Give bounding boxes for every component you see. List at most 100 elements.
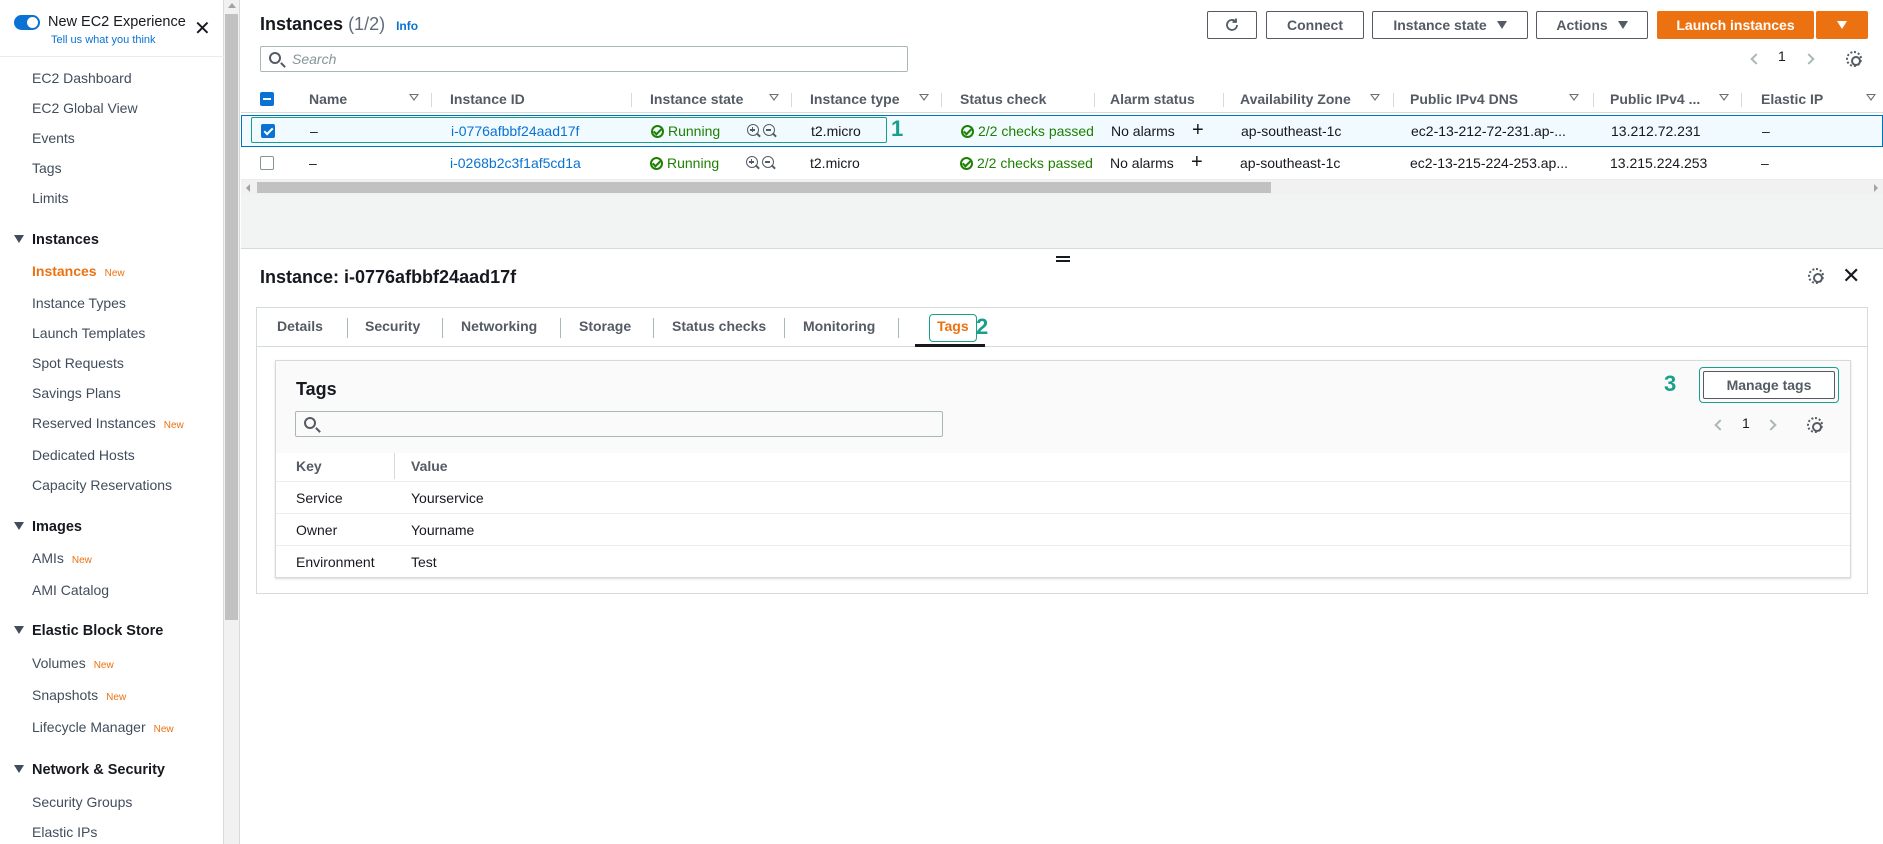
- column-divider[interactable]: [1741, 93, 1742, 107]
- col-availability-zone[interactable]: Availability Zone: [1240, 91, 1351, 107]
- sidebar-item-limits[interactable]: Limits: [32, 190, 69, 206]
- page-number[interactable]: 1: [1778, 48, 1786, 64]
- sidebar-item-ami-catalog[interactable]: AMI Catalog: [32, 582, 109, 598]
- col-name[interactable]: Name: [309, 91, 347, 107]
- resize-handle-icon[interactable]: [1056, 256, 1070, 262]
- sidebar-item-events[interactable]: Events: [32, 130, 75, 146]
- sidebar-item-spot-requests[interactable]: Spot Requests: [32, 355, 124, 371]
- sidebar-item-elastic-ips[interactable]: Elastic IPs: [32, 824, 97, 840]
- sidebar-item-label: Volumes: [32, 655, 86, 671]
- tab-networking[interactable]: Networking: [461, 318, 537, 334]
- info-link[interactable]: Info: [396, 19, 418, 33]
- sidebar-item-instances[interactable]: Instances New: [32, 263, 125, 279]
- add-alarm-icon[interactable]: +: [1192, 120, 1204, 140]
- sidebar-item-ec2-dashboard[interactable]: EC2 Dashboard: [32, 70, 132, 86]
- column-divider[interactable]: [1223, 93, 1224, 107]
- sidebar-scrollbar[interactable]: [224, 0, 240, 844]
- sidebar-item-lifecycle-manager[interactable]: Lifecycle Manager New: [32, 719, 174, 735]
- search-input[interactable]: [292, 50, 892, 68]
- column-divider[interactable]: [1393, 93, 1394, 107]
- table-header: Name Instance ID Instance state Instance…: [241, 85, 1883, 113]
- sort-icon[interactable]: [1370, 94, 1380, 101]
- sidebar-section-images[interactable]: Images: [14, 519, 82, 535]
- actions-dropdown[interactable]: Actions: [1536, 11, 1648, 39]
- new-experience-toggle[interactable]: [14, 15, 40, 30]
- instance-state-dropdown[interactable]: Instance state: [1372, 11, 1528, 39]
- col-public-ipv4[interactable]: Public IPv4 ...: [1610, 91, 1700, 107]
- col-public-ipv4-dns[interactable]: Public IPv4 DNS: [1410, 91, 1518, 107]
- col-status-check[interactable]: Status check: [960, 91, 1046, 107]
- col-alarm-status[interactable]: Alarm status: [1110, 91, 1195, 107]
- tab-details[interactable]: Details: [277, 318, 323, 334]
- row-checkbox[interactable]: [260, 156, 274, 170]
- settings-gear-icon[interactable]: [1846, 51, 1862, 67]
- sidebar-item-reserved-instances[interactable]: Reserved Instances New: [32, 415, 184, 431]
- tags-panel-frame: [256, 346, 1868, 594]
- sort-icon[interactable]: [1569, 94, 1579, 101]
- actions-label: Actions: [1556, 17, 1608, 33]
- column-divider[interactable]: [941, 93, 942, 107]
- column-divider[interactable]: [1094, 93, 1095, 107]
- sidebar-section-network-security[interactable]: Network & Security: [14, 762, 165, 778]
- table-row[interactable]: – i-0268b2c3f1af5cd1a Running t2.micro 2…: [241, 148, 1883, 180]
- col-elastic-ip[interactable]: Elastic IP: [1761, 91, 1823, 107]
- col-instance-id[interactable]: Instance ID: [450, 91, 525, 107]
- sidebar-item-tags[interactable]: Tags: [32, 160, 62, 176]
- section-label: Elastic Block Store: [32, 623, 164, 639]
- sort-icon[interactable]: [919, 94, 929, 101]
- sidebar-item-capacity-reservations[interactable]: Capacity Reservations: [32, 477, 172, 493]
- sidebar-item-ec2-global-view[interactable]: EC2 Global View: [32, 100, 138, 116]
- sidebar-item-security-groups[interactable]: Security Groups: [32, 794, 132, 810]
- col-instance-type[interactable]: Instance type: [810, 91, 899, 107]
- scrollbar-thumb[interactable]: [225, 14, 238, 620]
- new-badge: New: [163, 420, 184, 431]
- sidebar-item-amis[interactable]: AMIs New: [32, 550, 92, 566]
- col-instance-state[interactable]: Instance state: [650, 91, 743, 107]
- sidebar-section-instances[interactable]: Instances: [14, 232, 99, 248]
- column-divider[interactable]: [1593, 93, 1594, 107]
- column-divider[interactable]: [431, 93, 432, 107]
- select-all-checkbox[interactable]: [260, 92, 274, 106]
- tab-tags[interactable]: Tags: [937, 318, 969, 334]
- sidebar-item-savings-plans[interactable]: Savings Plans: [32, 385, 121, 401]
- cell-instance-id[interactable]: i-0268b2c3f1af5cd1a: [450, 155, 581, 171]
- tab-status-checks[interactable]: Status checks: [672, 318, 766, 334]
- zoom-out-icon[interactable]: [762, 156, 774, 168]
- sidebar-section-ebs[interactable]: Elastic Block Store: [14, 623, 163, 639]
- sidebar-item-volumes[interactable]: Volumes New: [32, 655, 114, 671]
- horizontal-scrollbar[interactable]: [241, 180, 1883, 195]
- refresh-icon: [1226, 18, 1238, 31]
- tab-storage[interactable]: Storage: [579, 318, 631, 334]
- sidebar-item-snapshots[interactable]: Snapshots New: [32, 687, 126, 703]
- panel-settings-gear-icon[interactable]: [1808, 268, 1824, 284]
- instances-search[interactable]: [260, 46, 908, 72]
- sort-icon[interactable]: [409, 94, 419, 101]
- new-badge: New: [104, 268, 125, 279]
- sort-icon[interactable]: [1719, 94, 1729, 101]
- cell-status-check: 2/2 checks passed: [960, 155, 1093, 171]
- sidebar-item-launch-templates[interactable]: Launch Templates: [32, 325, 145, 341]
- scroll-left-arrow-icon[interactable]: [246, 184, 250, 192]
- launch-instances-button[interactable]: Launch instances: [1657, 11, 1814, 39]
- add-alarm-icon[interactable]: +: [1191, 152, 1203, 172]
- prev-page-icon[interactable]: [1750, 53, 1762, 65]
- scroll-up-arrow-icon[interactable]: [228, 3, 236, 8]
- zoom-in-icon[interactable]: [746, 156, 758, 168]
- tab-security[interactable]: Security: [365, 318, 420, 334]
- column-divider[interactable]: [791, 93, 792, 107]
- close-icon[interactable]: ✕: [194, 19, 211, 39]
- sort-icon[interactable]: [769, 94, 779, 101]
- scroll-right-arrow-icon[interactable]: [1874, 184, 1878, 192]
- refresh-button[interactable]: [1207, 11, 1257, 39]
- connect-button[interactable]: Connect: [1266, 11, 1364, 39]
- next-page-icon[interactable]: [1803, 53, 1815, 65]
- column-divider[interactable]: [631, 93, 632, 107]
- close-panel-icon[interactable]: ✕: [1842, 265, 1860, 287]
- sidebar-item-instance-types[interactable]: Instance Types: [32, 295, 126, 311]
- feedback-link[interactable]: Tell us what you think: [51, 34, 156, 46]
- launch-options-dropdown[interactable]: [1816, 11, 1868, 39]
- tab-monitoring[interactable]: Monitoring: [803, 318, 875, 334]
- sidebar-item-dedicated-hosts[interactable]: Dedicated Hosts: [32, 447, 135, 463]
- sort-icon[interactable]: [1866, 94, 1876, 101]
- scrollbar-thumb[interactable]: [257, 182, 1271, 193]
